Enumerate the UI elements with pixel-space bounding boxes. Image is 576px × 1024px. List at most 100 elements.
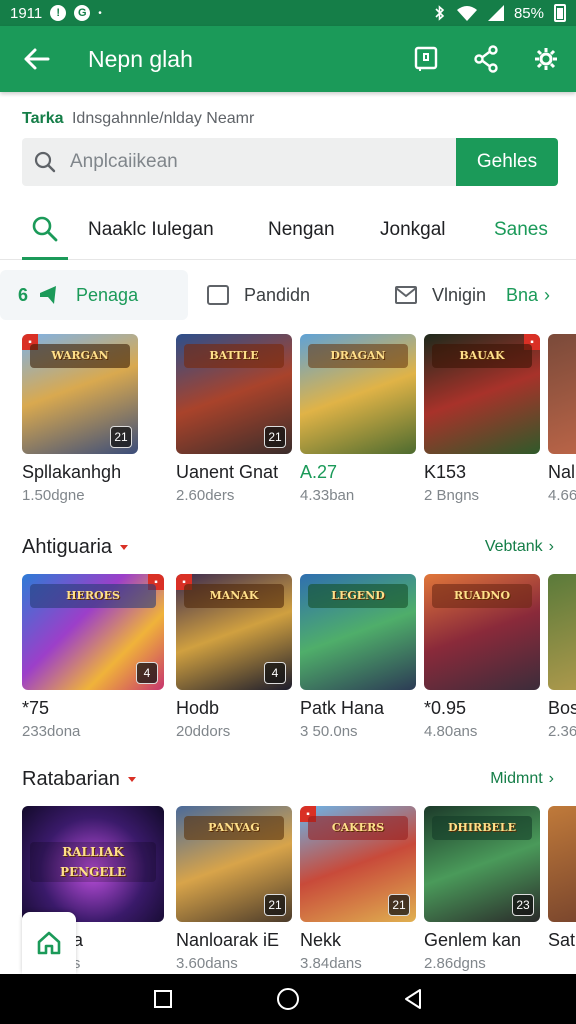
chip-3[interactable]: Vlnigin — [394, 270, 486, 320]
app-thumbnail: PANVAG 21 — [176, 806, 292, 922]
game-logo: PANVAG — [184, 816, 284, 840]
app-subtitle: 2.36 — [548, 723, 576, 740]
home-button[interactable] — [22, 912, 76, 974]
app-card[interactable]: LEGEND Patk Hana 3 50.0ns — [300, 574, 416, 740]
app-subtitle: 4.33ban — [300, 487, 355, 504]
app-title: K153 — [424, 462, 467, 482]
tab-1[interactable]: Naaklc Iulegan — [88, 200, 214, 260]
breadcrumb: Tarka Idnsgahnnle/nlday Neamr — [22, 110, 254, 128]
app-thumbnail: ▪ CAKERS 21 — [300, 806, 416, 922]
app-thumbnail — [548, 806, 576, 922]
chip-label: Vlnigin — [432, 284, 487, 305]
app-title: Nal — [548, 462, 576, 482]
app-subtitle: 1.50dgne — [22, 487, 85, 504]
app-bar: Nepn glah — [0, 26, 576, 92]
app-thumbnail: RUADNO — [424, 574, 540, 690]
game-logo: CAKERS — [308, 816, 408, 840]
section-header: Ratabarian Midmnt › — [0, 762, 576, 802]
app-card[interactable]: ▪ MANAK 4 Hodb 20ddors — [176, 574, 292, 740]
section-more-link[interactable]: Midmnt › — [490, 770, 554, 788]
system-home-button[interactable] — [268, 979, 308, 1019]
share-button[interactable] — [456, 26, 516, 92]
app-card[interactable]: Bos 2.36 — [548, 574, 576, 740]
signal-icon — [487, 5, 504, 21]
app-thumbnail: DRAGAN — [300, 334, 416, 454]
badge-icon: 4 — [264, 662, 286, 684]
section-more-link[interactable]: Vebtank › — [485, 538, 554, 556]
chip-2[interactable]: Pandidn — [206, 270, 310, 320]
page-title: Nepn glah — [88, 45, 193, 72]
search-icon — [34, 151, 56, 173]
game-logo: WARGAN — [30, 344, 130, 368]
chips-more-label: Bna — [506, 284, 539, 305]
chip-selected[interactable]: 6 Penaga — [0, 270, 188, 320]
home-icon — [37, 931, 61, 955]
game-logo: RUADNO — [432, 584, 532, 608]
app-price: A.27 — [300, 462, 338, 482]
tab-3[interactable]: Jonkgal — [380, 200, 446, 260]
game-logo: RALLIAK PENGELE — [30, 842, 156, 882]
recents-button[interactable] — [143, 979, 183, 1019]
chips-more-link[interactable]: Bna › — [506, 270, 550, 320]
settings-button[interactable] — [516, 26, 576, 92]
app-card[interactable]: BATTLE 21 Uanent Gnat 2.60ders — [176, 334, 292, 504]
search-input[interactable]: Anplcaiikean — [22, 138, 456, 186]
section-header: Ahtiguaria Vebtank › — [0, 530, 576, 570]
chip-label: Penaga — [76, 284, 139, 305]
badge-icon: 21 — [110, 426, 132, 448]
tab-4[interactable]: Sanes — [494, 200, 548, 260]
bottom-strip — [0, 912, 576, 974]
system-back-button[interactable] — [393, 979, 433, 1019]
app-card[interactable]: ▪ WARGAN 21 Spllakanhgh 1.50dgne — [22, 334, 138, 504]
back-button[interactable] — [0, 26, 72, 92]
app-thumbnail: DHIRBELE 23 — [424, 806, 540, 922]
app-notification-icon: G — [74, 5, 91, 21]
triangle-back-icon — [405, 989, 422, 1009]
search-icon — [32, 216, 58, 241]
app-card[interactable]: Nal 4.66 — [548, 334, 576, 504]
square-icon — [153, 990, 172, 1008]
section-title[interactable]: Ahtiguaria — [22, 536, 129, 559]
status-time: 1911 — [10, 4, 43, 22]
bookmark-button[interactable] — [396, 26, 456, 92]
section-row: ▪ HEROES 4 *75 233dona ▪ MANAK 4 Hodb 20… — [0, 574, 576, 750]
caret-down-icon — [120, 545, 129, 550]
app-subtitle: 4.80ans — [424, 723, 478, 740]
chevron-right-icon: › — [548, 770, 554, 787]
tab-search[interactable] — [22, 200, 68, 260]
app-subtitle: 3 50.0ns — [300, 723, 358, 740]
badge-icon: 4 — [136, 662, 158, 684]
game-logo: DRAGAN — [308, 344, 408, 368]
app-thumbnail: LEGEND — [300, 574, 416, 690]
breadcrumb-path: Idnsgahnnle/nlday Neamr — [71, 110, 255, 127]
tab-bar: Naaklc Iulegan Nengan Jonkgal Sanes — [0, 200, 576, 260]
section-title[interactable]: Ratabarian — [22, 768, 136, 791]
app-thumbnail: ▪ MANAK 4 — [176, 574, 292, 690]
square-icon — [206, 284, 230, 306]
app-subtitle: 20ddors — [176, 723, 231, 740]
notification-icon: ! — [50, 5, 67, 21]
app-card[interactable]: RUADNO *0.95 4.80ans — [424, 574, 540, 740]
app-subtitle: 2 Bngns — [424, 487, 480, 504]
app-thumbnail: BATTLE 21 — [176, 334, 292, 454]
breadcrumb-lead[interactable]: Tarka — [22, 110, 64, 127]
app-card[interactable]: ▪ HEROES 4 *75 233dona — [22, 574, 164, 740]
app-thumbnail: ▪ BAUAK — [424, 334, 540, 454]
chevron-right-icon: › — [548, 538, 554, 555]
game-logo: HEROES — [30, 584, 156, 608]
book-icon — [414, 46, 438, 71]
search-section: Tarka Idnsgahnnle/nlday Neamr Anplcaiike… — [0, 92, 576, 200]
app-thumbnail — [548, 334, 576, 454]
app-card[interactable]: ▪ BAUAK K153 2 Bngns — [424, 334, 540, 504]
app-title: Patk Hana — [300, 698, 385, 718]
featured-row: ▪ WARGAN 21 Spllakanhgh 1.50dgne BATTLE … — [0, 334, 576, 510]
tab-2[interactable]: Nengan — [268, 200, 335, 260]
badge-icon: 21 — [264, 426, 286, 448]
app-title: Spllakanhgh — [22, 462, 122, 482]
wifi-icon — [456, 6, 477, 21]
filter-chips: 6 Penaga Pandidn Vlnigin Bna › — [0, 262, 576, 326]
search-button[interactable]: Gehles — [456, 138, 558, 186]
system-nav-bar — [0, 974, 576, 1024]
battery-icon — [554, 4, 566, 22]
app-card[interactable]: DRAGAN A.27 4.33ban — [300, 334, 416, 504]
